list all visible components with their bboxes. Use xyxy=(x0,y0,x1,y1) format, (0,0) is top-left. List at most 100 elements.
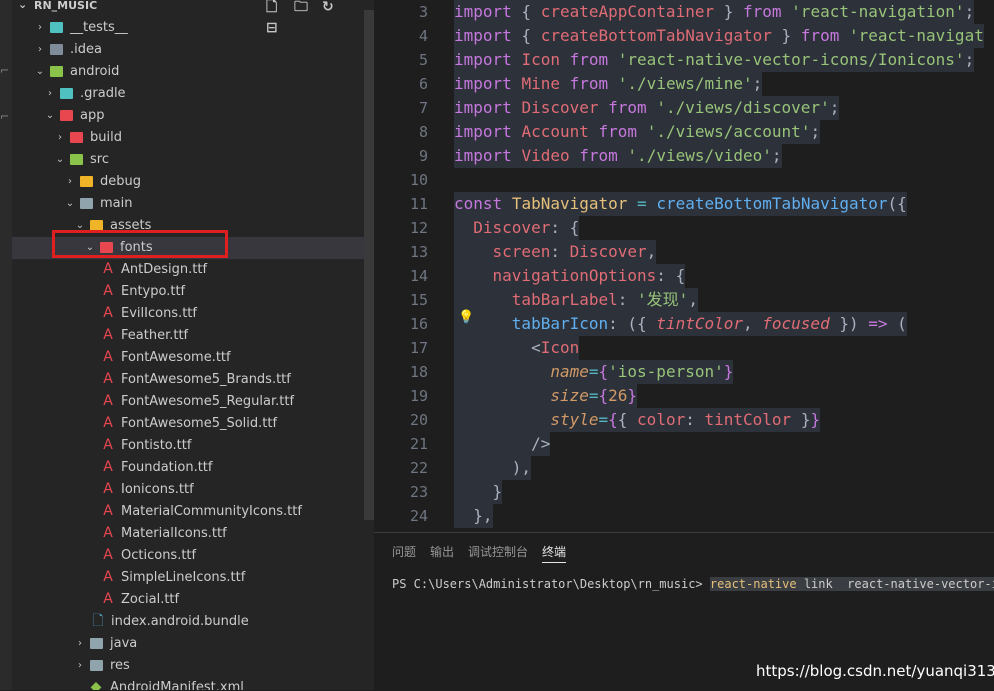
line-number: 21 xyxy=(409,435,428,453)
panel-tab[interactable]: 调试控制台 xyxy=(468,545,528,559)
font-file-icon: A xyxy=(103,525,113,541)
tree-item-label: .gradle xyxy=(80,86,126,101)
tree-folder[interactable]: › build xyxy=(12,127,374,149)
tree-item-label: Ionicons.ttf xyxy=(121,482,194,497)
tree-item-label: src xyxy=(90,152,109,167)
tree-folder[interactable]: ⌄ main xyxy=(12,193,374,215)
tree-item-label: main xyxy=(100,196,133,211)
line-number: 11 xyxy=(409,195,428,213)
folder-icon xyxy=(90,638,103,649)
chevron-right-icon[interactable]: › xyxy=(64,171,76,193)
tree-file[interactable]: ◆ AndroidManifest.xml xyxy=(12,677,374,690)
activity-icon[interactable]: ⌐ xyxy=(0,64,9,77)
tree-file[interactable]: 🗋 index.android.bundle xyxy=(12,611,374,633)
tree-file[interactable]: A FontAwesome.ttf xyxy=(12,347,374,369)
code-text: name={'ios-person'} xyxy=(454,360,734,384)
font-file-icon: A xyxy=(103,481,113,497)
highlight-box xyxy=(52,230,228,258)
terminal-output[interactable]: PS C:\Users\Administrator\Desktop\rn_mus… xyxy=(392,577,994,591)
font-file-icon: A xyxy=(103,261,113,277)
line-number: 7 xyxy=(418,99,428,117)
tree-file[interactable]: A AntDesign.ttf xyxy=(12,259,374,281)
tree-item-label: app xyxy=(80,108,105,123)
panel-tab[interactable]: 问题 xyxy=(392,545,416,559)
chevron-right-icon[interactable]: › xyxy=(54,127,66,149)
file-tree: › __tests__ › .idea ⌄ android › .gradle ⌄ app › bui… xyxy=(12,17,374,690)
tree-item-label: FontAwesome5_Regular.ttf xyxy=(121,394,295,409)
tree-file[interactable]: A Zocial.ttf xyxy=(12,589,374,611)
tree-folder[interactable]: ⌄ src xyxy=(12,149,374,171)
tree-item-label: Fontisto.ttf xyxy=(121,438,192,453)
chevron-right-icon[interactable]: › xyxy=(74,633,86,655)
file-icon: 🗋 xyxy=(92,613,104,629)
chevron-right-icon[interactable]: › xyxy=(34,39,46,61)
tree-file[interactable]: A Feather.ttf xyxy=(12,325,374,347)
panel-tab[interactable]: 终端 xyxy=(542,545,567,563)
font-file-icon: A xyxy=(103,283,113,299)
line-number: 16 xyxy=(409,315,428,333)
tree-file[interactable]: A Fontisto.ttf xyxy=(12,435,374,457)
panel-tab[interactable]: 输出 xyxy=(430,545,454,559)
tree-file[interactable]: A SimpleLineIcons.ttf xyxy=(12,567,374,589)
tree-item-label: AntDesign.ttf xyxy=(121,262,208,277)
tree-folder[interactable]: › debug xyxy=(12,171,374,193)
tree-folder[interactable]: › java xyxy=(12,633,374,655)
tree-folder[interactable]: › __tests__ xyxy=(12,17,374,39)
code-text: import Icon from 'react-native-vector-ic… xyxy=(454,48,975,72)
tree-file[interactable]: A FontAwesome5_Brands.ttf xyxy=(12,369,374,391)
line-number: 5 xyxy=(418,51,428,69)
tree-item-label: Foundation.ttf xyxy=(121,460,213,475)
line-number: 4 xyxy=(418,27,428,45)
tree-item-label: res xyxy=(110,658,130,673)
code-text: <Icon xyxy=(454,336,580,360)
chevron-down-icon[interactable]: ⌄ xyxy=(44,105,56,127)
chevron-down-icon[interactable]: ⌄ xyxy=(18,0,27,11)
chevron-down-icon[interactable]: ⌄ xyxy=(64,193,76,215)
line-number: 20 xyxy=(409,411,428,429)
chevron-down-icon[interactable]: ⌄ xyxy=(54,149,66,171)
tree-item-label: Octicons.ttf xyxy=(121,548,197,563)
explorer-sidebar: ⌄ RN_MUSIC 🗋 🗀 ↻⊟ › __tests__ › .idea ⌄ android… xyxy=(12,0,374,690)
explorer-title: RN_MUSIC xyxy=(34,0,98,12)
chevron-right-icon[interactable]: › xyxy=(74,655,86,677)
tree-item-label: FontAwesome5_Solid.ttf xyxy=(121,416,278,431)
chevron-down-icon[interactable]: ⌄ xyxy=(34,61,46,83)
folder-icon xyxy=(60,110,73,121)
line-number: 24 xyxy=(409,507,428,525)
lightbulb-icon[interactable]: 💡 xyxy=(458,310,474,325)
tree-file[interactable]: A Octicons.ttf xyxy=(12,545,374,567)
activity-bar: ⌐ ⌐ xyxy=(0,0,12,690)
tree-file[interactable]: A Foundation.ttf xyxy=(12,457,374,479)
tree-file[interactable]: A FontAwesome5_Solid.ttf xyxy=(12,413,374,435)
tree-file[interactable]: A Entypo.ttf xyxy=(12,281,374,303)
tree-file[interactable]: A Ionicons.ttf xyxy=(12,479,374,501)
code-text: import Discover from './views/discover'; xyxy=(454,96,840,120)
font-file-icon: A xyxy=(103,591,113,607)
code-text: import { createAppContainer } from 'reac… xyxy=(454,0,975,24)
tree-folder[interactable]: › .idea xyxy=(12,39,374,61)
code-editor[interactable]: 3 import { createAppContainer } from 'rea… xyxy=(374,0,994,532)
tree-folder[interactable]: ⌄ android xyxy=(12,61,374,83)
code-text: import Video from './views/video'; xyxy=(454,144,782,168)
activity-icon[interactable]: ⌐ xyxy=(0,110,9,123)
code-text: /> xyxy=(454,432,551,456)
line-number: 3 xyxy=(418,3,428,21)
folder-icon xyxy=(70,154,83,165)
chevron-right-icon[interactable]: › xyxy=(34,17,46,39)
line-number: 23 xyxy=(409,483,428,501)
tree-folder[interactable]: › res xyxy=(12,655,374,677)
code-text: tabBarLabel: '发现', xyxy=(454,288,698,312)
tree-folder[interactable]: › .gradle xyxy=(12,83,374,105)
tree-file[interactable]: A MaterialIcons.ttf xyxy=(12,523,374,545)
tree-folder[interactable]: ⌄ app xyxy=(12,105,374,127)
tree-item-label: Zocial.ttf xyxy=(121,592,180,607)
sidebar-scrollbar[interactable] xyxy=(364,10,374,520)
tree-file[interactable]: A EvilIcons.ttf xyxy=(12,303,374,325)
line-number: 14 xyxy=(409,267,428,285)
code-text: const TabNavigator = createBottomTabNavi… xyxy=(454,192,907,216)
refresh-icon[interactable]: ↻ xyxy=(322,0,350,15)
tree-file[interactable]: A MaterialCommunityIcons.ttf xyxy=(12,501,374,523)
chevron-right-icon[interactable]: › xyxy=(44,83,56,105)
folder-icon xyxy=(80,198,93,209)
tree-file[interactable]: A FontAwesome5_Regular.ttf xyxy=(12,391,374,413)
